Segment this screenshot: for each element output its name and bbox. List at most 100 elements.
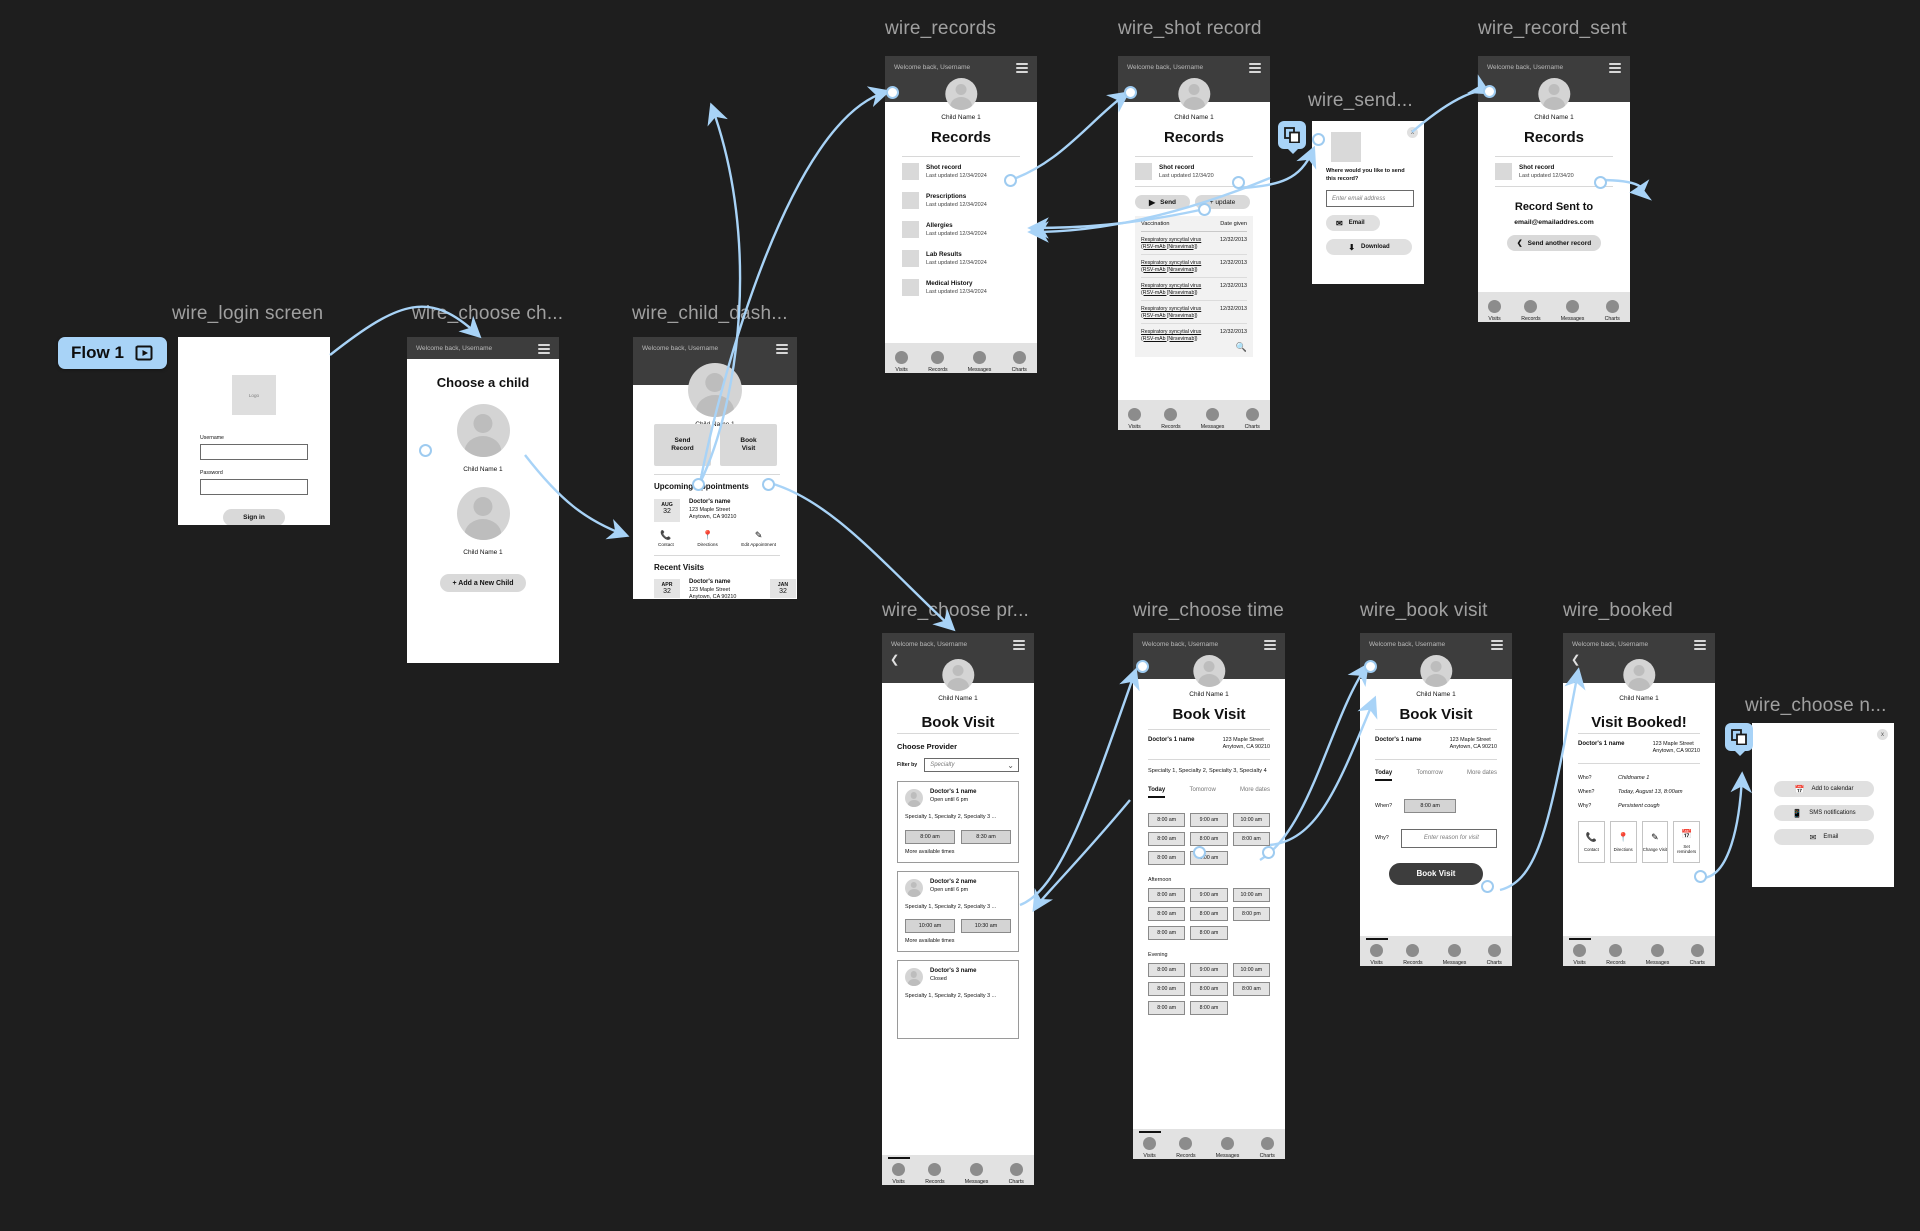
action-directions[interactable]: 📍 Directions bbox=[697, 530, 717, 547]
date-tabs[interactable]: Today Tomorrow More dates bbox=[1375, 770, 1497, 781]
close-icon[interactable]: x bbox=[1407, 127, 1418, 138]
hamburger-menu-icon[interactable] bbox=[776, 344, 788, 357]
slot-button[interactable]: 8:00 am bbox=[1148, 962, 1186, 977]
record-item-lab-results[interactable]: Lab Results Last updated 12/34/2024 bbox=[902, 244, 1020, 273]
tab-charts[interactable]: Charts bbox=[1690, 944, 1705, 966]
play-prototype-icon[interactable] bbox=[134, 343, 154, 363]
hotspot-book-visit-in[interactable] bbox=[1364, 660, 1377, 673]
slot-button[interactable]: 8:00 am bbox=[1148, 887, 1186, 902]
bottom-tab-bar[interactable]: Visits Records Messages Charts bbox=[1360, 936, 1512, 966]
tab-records[interactable]: Records bbox=[925, 1163, 945, 1185]
hotspot-slot-2[interactable] bbox=[1262, 846, 1275, 859]
bottom-tab-bar[interactable]: Visits Records Messages Charts bbox=[1133, 1129, 1285, 1159]
record-item-medical-history[interactable]: Medical History Last updated 12/34/2024 bbox=[902, 273, 1020, 302]
filter-select[interactable]: Specialty ⌄ bbox=[924, 758, 1019, 772]
close-icon[interactable]: x bbox=[1877, 729, 1888, 740]
hotspot-send[interactable] bbox=[1198, 203, 1211, 216]
frame-shot-record[interactable]: Welcome back, Username Child Name 1 Reco… bbox=[1118, 56, 1270, 430]
sign-in-button[interactable]: Sign in bbox=[223, 509, 285, 525]
date-tab-more[interactable]: More dates bbox=[1240, 787, 1270, 798]
slot-button[interactable]: 9:00 am bbox=[1190, 887, 1228, 902]
hamburger-menu-icon[interactable] bbox=[1016, 63, 1028, 76]
tab-charts[interactable]: Charts bbox=[1487, 944, 1502, 966]
slot-grid-morning[interactable]: 8:00 am 9:00 am 10:00 am 8:00 am 8:00 am… bbox=[1148, 812, 1270, 865]
slot-button[interactable]: 8:00 am bbox=[1148, 981, 1186, 996]
tab-messages[interactable]: Messages bbox=[1561, 300, 1584, 322]
slot-button[interactable]: 10:00 am bbox=[1232, 962, 1270, 977]
more-times-link[interactable]: More available times bbox=[905, 938, 1011, 944]
action-contact[interactable]: 📞 Contact bbox=[658, 530, 674, 547]
slot-grid-evening[interactable]: 8:00 am 9:00 am 10:00 am 8:00 am 8:00 am… bbox=[1148, 962, 1270, 1015]
tab-visits[interactable]: Visits bbox=[895, 351, 909, 373]
slot-button[interactable]: 8:00 am bbox=[1148, 831, 1186, 846]
tab-records[interactable]: Records bbox=[928, 351, 948, 373]
slot-button[interactable]: 8:00 am bbox=[1148, 906, 1186, 921]
date-tab-more[interactable]: More dates bbox=[1467, 770, 1497, 781]
hotspot-record-sent-thumb[interactable] bbox=[1594, 176, 1607, 189]
booked-action-directions[interactable]: 📍 Directions bbox=[1609, 820, 1637, 863]
frame-child-dashboard[interactable]: Welcome back, Username Child Name 1 Send… bbox=[633, 337, 797, 599]
slot-button[interactable]: 9:00 am bbox=[1190, 962, 1228, 977]
slot-button[interactable]: 9:00 am bbox=[1190, 812, 1228, 827]
back-button[interactable]: ❮ bbox=[1571, 655, 1580, 666]
child-avatar-2[interactable] bbox=[456, 487, 510, 540]
tab-charts[interactable]: Charts bbox=[1605, 300, 1620, 322]
add-to-calendar-button[interactable]: 📅 Add to calendar bbox=[1774, 781, 1874, 797]
record-item-shot[interactable]: Shot record Last updated 12/34/2024 bbox=[902, 157, 1020, 186]
frame-visit-booked[interactable]: Welcome back, Username ❮ Child Name 1 Vi… bbox=[1563, 633, 1715, 966]
frame-login-screen[interactable]: Logo Username Password Sign in bbox=[178, 337, 330, 525]
tab-visits[interactable]: Visits bbox=[1370, 944, 1384, 966]
table-row[interactable]: Respiratory syncytial virus (RSV-mAb [Ni… bbox=[1141, 278, 1247, 301]
tab-visits[interactable]: Visits bbox=[892, 1163, 906, 1185]
slot-grid-afternoon[interactable]: 8:00 am 9:00 am 10:00 am 8:00 am 8:00 am… bbox=[1148, 887, 1270, 940]
slot-button[interactable]: 8:00 am bbox=[1148, 925, 1186, 940]
slot-button[interactable]: 8:00 am bbox=[1148, 850, 1186, 865]
tab-records[interactable]: Records bbox=[1606, 944, 1626, 966]
hamburger-menu-icon[interactable] bbox=[1264, 640, 1276, 653]
tab-visits[interactable]: Visits bbox=[1128, 408, 1142, 430]
frame-book-visit[interactable]: Welcome back, Username Child Name 1 Book… bbox=[1360, 633, 1512, 966]
recent-visit-row[interactable]: APR 32 Doctor's name 123 Maple Street An… bbox=[654, 578, 796, 599]
slot-button[interactable]: 8:00 am bbox=[1232, 831, 1270, 846]
frame-choose-notification-modal[interactable]: x 📅 Add to calendar 📱 SMS notifications … bbox=[1752, 723, 1894, 887]
slot-button[interactable]: 8:00 am bbox=[1190, 1000, 1228, 1015]
action-edit-appointment[interactable]: ✎ Edit Appointment bbox=[741, 530, 776, 547]
tab-messages[interactable]: Messages bbox=[1216, 1137, 1239, 1159]
frame-choose-child[interactable]: Welcome back, Username Choose a child Ch… bbox=[407, 337, 559, 663]
slot-button[interactable]: 8:00 pm bbox=[1232, 906, 1270, 921]
tab-records[interactable]: Records bbox=[1403, 944, 1423, 966]
tab-messages[interactable]: Messages bbox=[1646, 944, 1669, 966]
tab-visits[interactable]: Visits bbox=[1488, 300, 1502, 322]
tab-visits[interactable]: Visits bbox=[1143, 1137, 1157, 1159]
tab-messages[interactable]: Messages bbox=[968, 351, 991, 373]
bottom-tab-bar[interactable]: Visits Records Messages Charts bbox=[882, 1155, 1034, 1185]
slot-button[interactable]: 10:00 am bbox=[1232, 812, 1270, 827]
send-record-button[interactable]: Send Record bbox=[654, 424, 711, 466]
why-input[interactable]: Enter reason for visit bbox=[1400, 828, 1497, 848]
hotspot-send-modal[interactable] bbox=[1312, 133, 1325, 146]
frame-records[interactable]: Welcome back, Username Child Name 1 Reco… bbox=[885, 56, 1037, 373]
slot-button[interactable]: 8:00 am bbox=[1190, 925, 1228, 940]
tab-charts[interactable]: Charts bbox=[1012, 351, 1027, 373]
send-another-record-button[interactable]: ❮ Send another record bbox=[1507, 235, 1601, 251]
open-overlay-icon[interactable] bbox=[1278, 121, 1306, 154]
slot-button[interactable]: 8:00 am bbox=[1190, 906, 1228, 921]
book-visit-cta[interactable]: Book Visit bbox=[1389, 862, 1483, 885]
slot-button[interactable]: 8:00 am bbox=[1148, 812, 1186, 827]
slot-button[interactable]: 10:00 am bbox=[905, 919, 955, 934]
date-tab-today[interactable]: Today bbox=[1375, 770, 1393, 781]
hotspot-records-in[interactable] bbox=[886, 86, 899, 99]
tab-charts[interactable]: Charts bbox=[1009, 1163, 1024, 1185]
tab-visits[interactable]: Visits bbox=[1573, 944, 1587, 966]
hamburger-menu-icon[interactable] bbox=[1491, 640, 1503, 653]
tab-messages[interactable]: Messages bbox=[965, 1163, 988, 1185]
hamburger-menu-icon[interactable] bbox=[1694, 640, 1706, 653]
frame-send-record-modal[interactable]: x Where would you like to send this reco… bbox=[1312, 121, 1424, 284]
frame-choose-time[interactable]: Welcome back, Username Child Name 1 Book… bbox=[1133, 633, 1285, 1159]
provider-card-2[interactable]: Doctor's 2 name Open until 6 pm Specialt… bbox=[897, 870, 1019, 953]
record-item-allergies[interactable]: Allergies Last updated 12/34/2024 bbox=[902, 215, 1020, 244]
date-tab-tomorrow[interactable]: Tomorrow bbox=[1416, 770, 1442, 781]
hamburger-menu-icon[interactable] bbox=[538, 344, 550, 357]
booked-action-change-visit[interactable]: ✎ Change Visit bbox=[1641, 820, 1669, 863]
tab-charts[interactable]: Charts bbox=[1245, 408, 1260, 430]
